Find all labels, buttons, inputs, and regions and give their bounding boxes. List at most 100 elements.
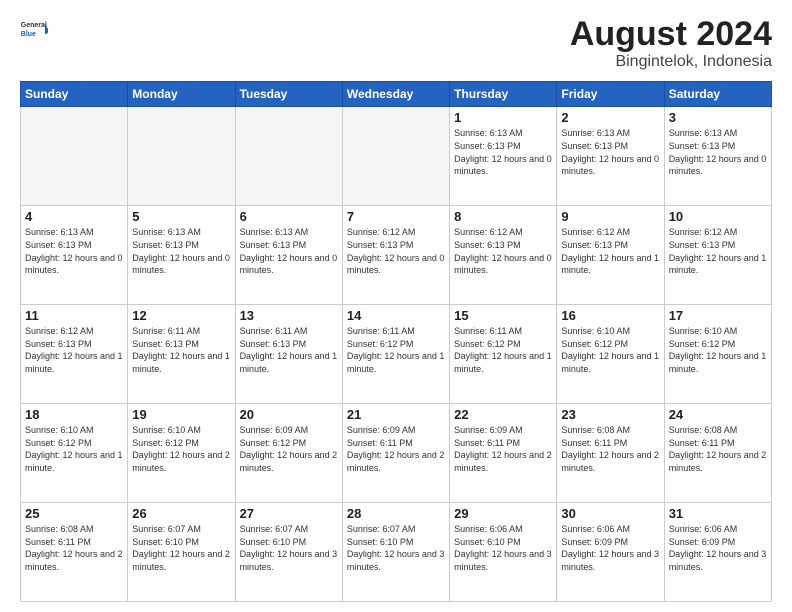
calendar-cell: 15Sunrise: 6:11 AM Sunset: 6:12 PM Dayli… xyxy=(450,305,557,404)
calendar-cell: 17Sunrise: 6:10 AM Sunset: 6:12 PM Dayli… xyxy=(664,305,771,404)
day-info: Sunrise: 6:12 AM Sunset: 6:13 PM Dayligh… xyxy=(25,325,123,375)
day-number: 28 xyxy=(347,506,445,521)
day-info: Sunrise: 6:06 AM Sunset: 6:09 PM Dayligh… xyxy=(561,523,659,573)
day-number: 10 xyxy=(669,209,767,224)
day-info: Sunrise: 6:09 AM Sunset: 6:11 PM Dayligh… xyxy=(347,424,445,474)
day-info: Sunrise: 6:06 AM Sunset: 6:10 PM Dayligh… xyxy=(454,523,552,573)
day-number: 25 xyxy=(25,506,123,521)
day-info: Sunrise: 6:06 AM Sunset: 6:09 PM Dayligh… xyxy=(669,523,767,573)
day-number: 4 xyxy=(25,209,123,224)
calendar-cell: 16 Sunrise: 6:10 AM Sunset: 6:12 PM Dayli… xyxy=(557,305,664,404)
day-number: 7 xyxy=(347,209,445,224)
page-title: August 2024 xyxy=(570,16,772,53)
logo-icon: General Blue xyxy=(20,16,48,44)
calendar-table: SundayMondayTuesdayWednesdayThursdayFrid… xyxy=(20,81,772,602)
calendar-cell: 1Sunrise: 6:13 AM Sunset: 6:13 PM Daylig… xyxy=(450,107,557,206)
calendar-cell: 25Sunrise: 6:08 AM Sunset: 6:11 PM Dayli… xyxy=(21,503,128,602)
day-info: Sunrise: 6:09 AM Sunset: 6:11 PM Dayligh… xyxy=(454,424,552,474)
header-tuesday: Tuesday xyxy=(235,82,342,107)
calendar-cell xyxy=(21,107,128,206)
calendar-cell: 23 Sunrise: 6:08 AM Sunset: 6:11 PM Dayli… xyxy=(557,404,664,503)
day-number: 23 xyxy=(561,407,659,422)
calendar-cell: 12Sunrise: 6:11 AM Sunset: 6:13 PM Dayli… xyxy=(128,305,235,404)
day-number: 2 xyxy=(561,110,659,125)
day-number: 14 xyxy=(347,308,445,323)
day-info: Sunrise: 6:12 AM Sunset: 6:13 PM Dayligh… xyxy=(454,226,552,276)
header-sunday: Sunday xyxy=(21,82,128,107)
calendar-cell: 11Sunrise: 6:12 AM Sunset: 6:13 PM Dayli… xyxy=(21,305,128,404)
calendar-cell: 7 Sunrise: 6:12 AM Sunset: 6:13 PM Daylig… xyxy=(342,206,449,305)
day-info: Sunrise: 6:12 AM Sunset: 6:13 PM Dayligh… xyxy=(347,226,445,276)
calendar-cell: 3Sunrise: 6:13 AM Sunset: 6:13 PM Daylig… xyxy=(664,107,771,206)
title-block: August 2024 Bingintelok, Indonesia xyxy=(570,16,772,71)
week-row-1: 1 Sunrise: 6:13 AM Sunset: 6:13 PM Daylig… xyxy=(21,107,772,206)
day-number: 24 xyxy=(669,407,767,422)
day-number: 20 xyxy=(240,407,338,422)
header-wednesday: Wednesday xyxy=(342,82,449,107)
header-friday: Friday xyxy=(557,82,664,107)
calendar-cell: 26Sunrise: 6:07 AM Sunset: 6:10 PM Dayli… xyxy=(128,503,235,602)
calendar-cell: 6Sunrise: 6:13 AM Sunset: 6:13 PM Daylig… xyxy=(235,206,342,305)
day-info: Sunrise: 6:10 AM Sunset: 6:12 PM Dayligh… xyxy=(669,325,767,375)
day-number: 3 xyxy=(669,110,767,125)
calendar-header-row: SundayMondayTuesdayWednesdayThursdayFrid… xyxy=(21,82,772,107)
calendar-cell: 19Sunrise: 6:10 AM Sunset: 6:12 PM Dayli… xyxy=(128,404,235,503)
day-number: 5 xyxy=(132,209,230,224)
calendar-cell: 27 Sunrise: 6:07 AM Sunset: 6:10 PM Dayli… xyxy=(235,503,342,602)
calendar-cell: 22 Sunrise: 6:09 AM Sunset: 6:11 PM Dayli… xyxy=(450,404,557,503)
day-info: Sunrise: 6:10 AM Sunset: 6:12 PM Dayligh… xyxy=(561,325,659,375)
week-row-5: 25Sunrise: 6:08 AM Sunset: 6:11 PM Dayli… xyxy=(21,503,772,602)
calendar-cell: 2 Sunrise: 6:13 AM Sunset: 6:13 PM Daylig… xyxy=(557,107,664,206)
day-number: 9 xyxy=(561,209,659,224)
week-row-2: 4 Sunrise: 6:13 AM Sunset: 6:13 PM Daylig… xyxy=(21,206,772,305)
day-number: 21 xyxy=(347,407,445,422)
calendar-cell: 14 Sunrise: 6:11 AM Sunset: 6:12 PM Dayli… xyxy=(342,305,449,404)
day-info: Sunrise: 6:12 AM Sunset: 6:13 PM Dayligh… xyxy=(669,226,767,276)
header-monday: Monday xyxy=(128,82,235,107)
page-subtitle: Bingintelok, Indonesia xyxy=(570,53,772,71)
day-number: 16 xyxy=(561,308,659,323)
day-info: Sunrise: 6:11 AM Sunset: 6:12 PM Dayligh… xyxy=(347,325,445,375)
day-number: 8 xyxy=(454,209,552,224)
day-number: 27 xyxy=(240,506,338,521)
day-info: Sunrise: 6:13 AM Sunset: 6:13 PM Dayligh… xyxy=(25,226,123,276)
calendar-cell: 29Sunrise: 6:06 AM Sunset: 6:10 PM Dayli… xyxy=(450,503,557,602)
day-info: Sunrise: 6:13 AM Sunset: 6:13 PM Dayligh… xyxy=(240,226,338,276)
day-number: 18 xyxy=(25,407,123,422)
calendar-cell: 10 Sunrise: 6:12 AM Sunset: 6:13 PM Dayli… xyxy=(664,206,771,305)
day-number: 30 xyxy=(561,506,659,521)
calendar-cell: 18 Sunrise: 6:10 AM Sunset: 6:12 PM Dayli… xyxy=(21,404,128,503)
calendar-cell: 21 Sunrise: 6:09 AM Sunset: 6:11 PM Dayli… xyxy=(342,404,449,503)
day-info: Sunrise: 6:07 AM Sunset: 6:10 PM Dayligh… xyxy=(240,523,338,573)
day-number: 31 xyxy=(669,506,767,521)
day-info: Sunrise: 6:08 AM Sunset: 6:11 PM Dayligh… xyxy=(669,424,767,474)
calendar-cell: 9 Sunrise: 6:12 AM Sunset: 6:13 PM Daylig… xyxy=(557,206,664,305)
day-info: Sunrise: 6:13 AM Sunset: 6:13 PM Dayligh… xyxy=(561,127,659,177)
day-number: 26 xyxy=(132,506,230,521)
header-saturday: Saturday xyxy=(664,82,771,107)
day-info: Sunrise: 6:10 AM Sunset: 6:12 PM Dayligh… xyxy=(25,424,123,474)
day-number: 22 xyxy=(454,407,552,422)
day-info: Sunrise: 6:11 AM Sunset: 6:12 PM Dayligh… xyxy=(454,325,552,375)
day-info: Sunrise: 6:08 AM Sunset: 6:11 PM Dayligh… xyxy=(561,424,659,474)
calendar-cell: 28 Sunrise: 6:07 AM Sunset: 6:10 PM Dayli… xyxy=(342,503,449,602)
day-info: Sunrise: 6:12 AM Sunset: 6:13 PM Dayligh… xyxy=(561,226,659,276)
calendar-cell xyxy=(342,107,449,206)
week-row-3: 11Sunrise: 6:12 AM Sunset: 6:13 PM Dayli… xyxy=(21,305,772,404)
calendar-cell xyxy=(235,107,342,206)
day-info: Sunrise: 6:11 AM Sunset: 6:13 PM Dayligh… xyxy=(132,325,230,375)
day-info: Sunrise: 6:13 AM Sunset: 6:13 PM Dayligh… xyxy=(132,226,230,276)
calendar-cell: 4 Sunrise: 6:13 AM Sunset: 6:13 PM Daylig… xyxy=(21,206,128,305)
calendar-cell: 5 Sunrise: 6:13 AM Sunset: 6:13 PM Daylig… xyxy=(128,206,235,305)
day-number: 13 xyxy=(240,308,338,323)
svg-text:Blue: Blue xyxy=(21,31,36,38)
day-number: 1 xyxy=(454,110,552,125)
svg-text:General: General xyxy=(21,22,47,29)
calendar-cell: 13Sunrise: 6:11 AM Sunset: 6:13 PM Dayli… xyxy=(235,305,342,404)
calendar-cell: 24 Sunrise: 6:08 AM Sunset: 6:11 PM Dayli… xyxy=(664,404,771,503)
header-thursday: Thursday xyxy=(450,82,557,107)
calendar-cell xyxy=(128,107,235,206)
header: General Blue August 2024 Bingintelok, In… xyxy=(20,16,772,71)
day-info: Sunrise: 6:07 AM Sunset: 6:10 PM Dayligh… xyxy=(347,523,445,573)
calendar-cell: 20Sunrise: 6:09 AM Sunset: 6:12 PM Dayli… xyxy=(235,404,342,503)
